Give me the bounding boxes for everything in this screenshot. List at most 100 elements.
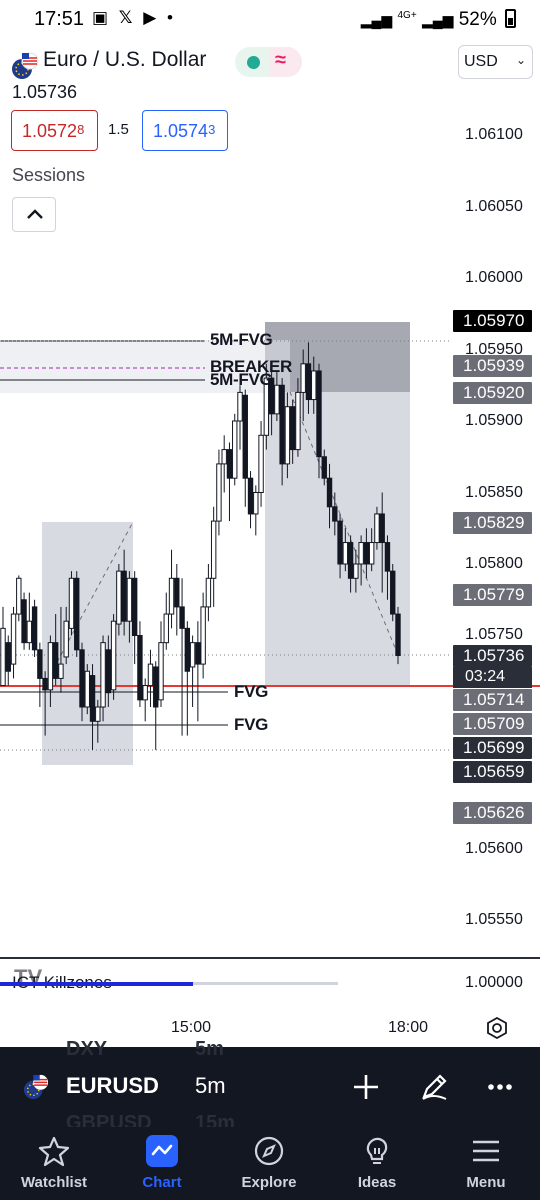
candle-body (16, 577, 22, 615)
candle-body (5, 642, 11, 672)
currency-select[interactable]: USD ⌄ (458, 45, 533, 79)
nav-explore[interactable]: Explore (224, 1135, 314, 1195)
nav-explore-label: Explore (241, 1174, 297, 1191)
spread-value: 1.5 (108, 121, 129, 138)
price-tick: 1.06050 (465, 198, 523, 215)
candle-body (205, 577, 212, 608)
price-tick: 1.06100 (465, 126, 523, 143)
candle-body (216, 463, 222, 522)
candle-body (163, 613, 169, 644)
symbol-title[interactable]: Euro / U.S. Dollar (43, 48, 206, 72)
more-icon[interactable] (485, 1072, 515, 1102)
chevron-down-icon: ⌄ (515, 53, 526, 67)
candle-body (384, 542, 391, 572)
candle-body (63, 620, 69, 658)
candle-body (10, 613, 17, 665)
candle-body (237, 391, 243, 422)
nav-chart[interactable]: Chart (117, 1135, 207, 1195)
candle-body (0, 627, 6, 687)
price-tag: 1.05659 (453, 761, 532, 783)
buy-button[interactable]: 1.05743 (142, 110, 228, 151)
candle-body (337, 520, 343, 565)
drawing-tool-icon[interactable] (419, 1072, 449, 1102)
eu-us-flag-icon (23, 1074, 49, 1100)
price-tag: 1.05709 (453, 713, 532, 735)
candle-body (168, 577, 175, 615)
candle-body (321, 456, 327, 479)
candle-body (110, 620, 117, 691)
candle-body (142, 685, 148, 701)
candle-body (58, 663, 64, 679)
time-tick-1500: 15:00 (171, 1019, 212, 1036)
last-price: 1.05736 (12, 82, 78, 102)
candle-body (121, 570, 127, 622)
nav-chart-label: Chart (142, 1174, 182, 1191)
sessions-label[interactable]: Sessions (12, 165, 85, 186)
candle-body (179, 606, 185, 629)
candle-body (84, 670, 90, 708)
candle-body (353, 563, 359, 579)
market-status-pill[interactable]: ≈ (235, 47, 302, 77)
candle-body (232, 420, 238, 479)
candle-body (89, 675, 96, 722)
chevron-up-icon (27, 209, 43, 219)
sell-button[interactable]: 1.05728 (11, 110, 98, 151)
candle-body (68, 577, 75, 629)
candle-body (174, 577, 180, 608)
nav-watchlist-label: Watchlist (20, 1174, 88, 1191)
price-tag: 1.05920 (453, 382, 532, 404)
star-icon (38, 1136, 70, 1167)
tradingview-chart-screen: { "status_bar": {"time": "17:51", "signa… (0, 0, 540, 1200)
collapse-indicators-button[interactable] (12, 197, 56, 232)
candle-body (247, 477, 254, 515)
candle-body (342, 542, 349, 565)
candle-body (100, 642, 106, 708)
compass-icon (254, 1136, 284, 1166)
candle-body (279, 384, 285, 465)
price-tag: 1.05970 (453, 310, 532, 332)
candle-body (195, 642, 201, 665)
killzones-bar (0, 982, 338, 986)
price-tick: 1.05750 (465, 626, 523, 643)
market-open-dot-icon (247, 56, 260, 69)
ghost-interval-top: 5m (195, 1038, 224, 1060)
pane-separator[interactable] (0, 957, 540, 959)
buy-price-pip: 3 (208, 122, 216, 137)
price-tick: 1.05600 (465, 840, 523, 857)
level-label: 5M-FVG (210, 330, 273, 349)
candle-body (147, 663, 154, 687)
chart-settings-icon[interactable] (486, 1017, 508, 1039)
candle-body (200, 606, 206, 665)
candle-body (289, 406, 296, 451)
candle-body (300, 363, 306, 393)
candle-body (258, 434, 264, 493)
candle-body (52, 642, 59, 679)
candle-body (274, 384, 280, 415)
price-tag: 1.05714 (453, 689, 532, 711)
sell-price: 1.0572 (22, 121, 78, 141)
nav-menu[interactable]: Menu (441, 1135, 531, 1195)
add-icon[interactable] (351, 1072, 381, 1102)
price-tag: 1.05939 (453, 355, 532, 377)
nav-menu-label: Menu (466, 1174, 506, 1191)
price-tick: 1.05550 (465, 911, 523, 928)
candle-body (242, 394, 248, 479)
eu-us-flag-icon (12, 52, 39, 79)
level-label: FVG (234, 715, 269, 734)
nav-ideas[interactable]: Ideas (332, 1135, 422, 1195)
candle-body (21, 599, 27, 644)
hamburger-icon (473, 1140, 499, 1162)
toolbar-symbol[interactable]: EURUSD (66, 1073, 159, 1099)
candle-body (305, 363, 312, 401)
nav-watchlist[interactable]: Watchlist (9, 1135, 99, 1195)
ghost-symbol-top: DXY (66, 1038, 108, 1060)
candle-body (358, 542, 364, 565)
candle-body (79, 649, 85, 708)
candle-body (226, 449, 233, 479)
nav-ideas-label: Ideas (357, 1174, 397, 1191)
candle-body (210, 520, 217, 579)
candle-body (347, 542, 354, 579)
candle-body (37, 649, 43, 679)
candle-body (221, 449, 227, 465)
toolbar-interval[interactable]: 5m (195, 1073, 226, 1099)
